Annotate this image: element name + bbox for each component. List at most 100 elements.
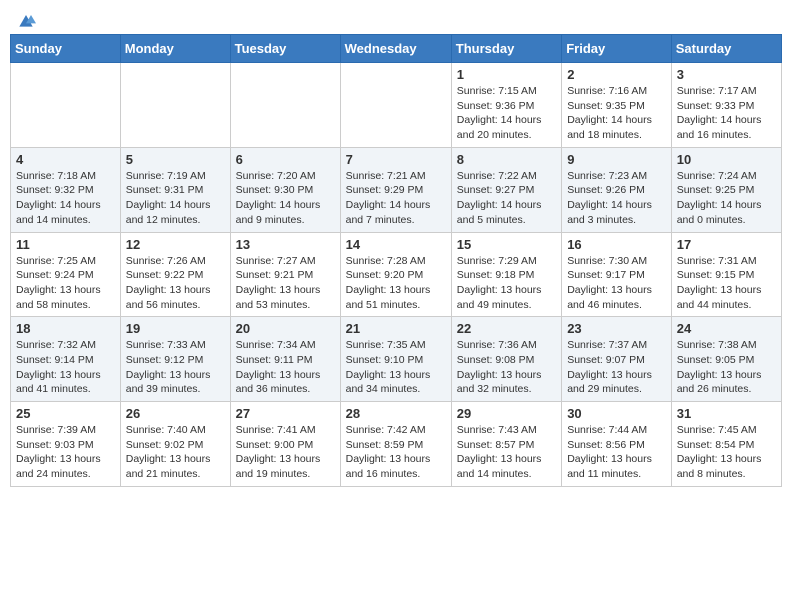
- day-info: Sunrise: 7:42 AM Sunset: 8:59 PM Dayligh…: [346, 423, 446, 482]
- day-number: 25: [16, 406, 115, 421]
- day-of-week-header: Wednesday: [340, 35, 451, 63]
- day-of-week-header: Tuesday: [230, 35, 340, 63]
- day-info: Sunrise: 7:29 AM Sunset: 9:18 PM Dayligh…: [457, 254, 556, 313]
- day-info: Sunrise: 7:33 AM Sunset: 9:12 PM Dayligh…: [126, 338, 225, 397]
- day-number: 23: [567, 321, 666, 336]
- day-number: 21: [346, 321, 446, 336]
- day-number: 16: [567, 237, 666, 252]
- calendar-day-cell: [120, 63, 230, 148]
- calendar-day-cell: 12 Sunrise: 7:26 AM Sunset: 9:22 PM Dayli…: [120, 232, 230, 317]
- day-of-week-header: Thursday: [451, 35, 561, 63]
- day-info: Sunrise: 7:17 AM Sunset: 9:33 PM Dayligh…: [677, 84, 776, 143]
- day-info: Sunrise: 7:23 AM Sunset: 9:26 PM Dayligh…: [567, 169, 666, 228]
- calendar-day-cell: 11 Sunrise: 7:25 AM Sunset: 9:24 PM Dayli…: [11, 232, 121, 317]
- day-info: Sunrise: 7:30 AM Sunset: 9:17 PM Dayligh…: [567, 254, 666, 313]
- calendar-day-cell: 7Sunrise: 7:21 AM Sunset: 9:29 PM Daylig…: [340, 147, 451, 232]
- calendar-day-cell: 30 Sunrise: 7:44 AM Sunset: 8:56 PM Dayli…: [562, 402, 672, 487]
- calendar-day-cell: 29Sunrise: 7:43 AM Sunset: 8:57 PM Dayli…: [451, 402, 561, 487]
- calendar-day-cell: [230, 63, 340, 148]
- day-number: 30: [567, 406, 666, 421]
- day-number: 11: [16, 237, 115, 252]
- calendar-week-row: 1Sunrise: 7:15 AM Sunset: 9:36 PM Daylig…: [11, 63, 782, 148]
- day-info: Sunrise: 7:32 AM Sunset: 9:14 PM Dayligh…: [16, 338, 115, 397]
- calendar-day-cell: 27 Sunrise: 7:41 AM Sunset: 9:00 PM Dayli…: [230, 402, 340, 487]
- calendar-week-row: 25 Sunrise: 7:39 AM Sunset: 9:03 PM Dayli…: [11, 402, 782, 487]
- calendar-day-cell: 19 Sunrise: 7:33 AM Sunset: 9:12 PM Dayli…: [120, 317, 230, 402]
- logo-icon: [16, 10, 36, 30]
- calendar-week-row: 18 Sunrise: 7:32 AM Sunset: 9:14 PM Dayli…: [11, 317, 782, 402]
- day-info: Sunrise: 7:37 AM Sunset: 9:07 PM Dayligh…: [567, 338, 666, 397]
- day-info: Sunrise: 7:24 AM Sunset: 9:25 PM Dayligh…: [677, 169, 776, 228]
- calendar-day-cell: 31Sunrise: 7:45 AM Sunset: 8:54 PM Dayli…: [671, 402, 781, 487]
- day-info: Sunrise: 7:21 AM Sunset: 9:29 PM Dayligh…: [346, 169, 446, 228]
- day-info: Sunrise: 7:40 AM Sunset: 9:02 PM Dayligh…: [126, 423, 225, 482]
- day-number: 27: [236, 406, 335, 421]
- calendar-day-cell: 16 Sunrise: 7:30 AM Sunset: 9:17 PM Dayli…: [562, 232, 672, 317]
- calendar-day-cell: 4Sunrise: 7:18 AM Sunset: 9:32 PM Daylig…: [11, 147, 121, 232]
- day-number: 3: [677, 67, 776, 82]
- day-info: Sunrise: 7:38 AM Sunset: 9:05 PM Dayligh…: [677, 338, 776, 397]
- calendar-day-cell: 3 Sunrise: 7:17 AM Sunset: 9:33 PM Daylig…: [671, 63, 781, 148]
- calendar-day-cell: 2 Sunrise: 7:16 AM Sunset: 9:35 PM Daylig…: [562, 63, 672, 148]
- day-number: 6: [236, 152, 335, 167]
- day-info: Sunrise: 7:28 AM Sunset: 9:20 PM Dayligh…: [346, 254, 446, 313]
- header: [10, 10, 782, 26]
- calendar-day-cell: 28 Sunrise: 7:42 AM Sunset: 8:59 PM Dayli…: [340, 402, 451, 487]
- calendar-day-cell: 5 Sunrise: 7:19 AM Sunset: 9:31 PM Daylig…: [120, 147, 230, 232]
- day-number: 28: [346, 406, 446, 421]
- calendar: SundayMondayTuesdayWednesdayThursdayFrid…: [10, 34, 782, 487]
- day-of-week-header: Saturday: [671, 35, 781, 63]
- day-info: Sunrise: 7:39 AM Sunset: 9:03 PM Dayligh…: [16, 423, 115, 482]
- day-of-week-header: Friday: [562, 35, 672, 63]
- day-of-week-header: Sunday: [11, 35, 121, 63]
- day-number: 26: [126, 406, 225, 421]
- calendar-day-cell: [340, 63, 451, 148]
- day-info: Sunrise: 7:44 AM Sunset: 8:56 PM Dayligh…: [567, 423, 666, 482]
- day-number: 19: [126, 321, 225, 336]
- day-info: Sunrise: 7:20 AM Sunset: 9:30 PM Dayligh…: [236, 169, 335, 228]
- day-info: Sunrise: 7:34 AM Sunset: 9:11 PM Dayligh…: [236, 338, 335, 397]
- calendar-day-cell: 21 Sunrise: 7:35 AM Sunset: 9:10 PM Dayli…: [340, 317, 451, 402]
- calendar-day-cell: 17Sunrise: 7:31 AM Sunset: 9:15 PM Dayli…: [671, 232, 781, 317]
- day-number: 29: [457, 406, 556, 421]
- calendar-day-cell: 14 Sunrise: 7:28 AM Sunset: 9:20 PM Dayli…: [340, 232, 451, 317]
- day-info: Sunrise: 7:31 AM Sunset: 9:15 PM Dayligh…: [677, 254, 776, 313]
- day-info: Sunrise: 7:19 AM Sunset: 9:31 PM Dayligh…: [126, 169, 225, 228]
- day-number: 4: [16, 152, 115, 167]
- calendar-day-cell: 20 Sunrise: 7:34 AM Sunset: 9:11 PM Dayli…: [230, 317, 340, 402]
- day-number: 12: [126, 237, 225, 252]
- day-number: 20: [236, 321, 335, 336]
- day-number: 2: [567, 67, 666, 82]
- calendar-day-cell: 1Sunrise: 7:15 AM Sunset: 9:36 PM Daylig…: [451, 63, 561, 148]
- day-info: Sunrise: 7:22 AM Sunset: 9:27 PM Dayligh…: [457, 169, 556, 228]
- day-info: Sunrise: 7:35 AM Sunset: 9:10 PM Dayligh…: [346, 338, 446, 397]
- day-number: 9: [567, 152, 666, 167]
- day-number: 18: [16, 321, 115, 336]
- day-info: Sunrise: 7:16 AM Sunset: 9:35 PM Dayligh…: [567, 84, 666, 143]
- day-info: Sunrise: 7:26 AM Sunset: 9:22 PM Dayligh…: [126, 254, 225, 313]
- day-number: 14: [346, 237, 446, 252]
- day-number: 15: [457, 237, 556, 252]
- day-info: Sunrise: 7:41 AM Sunset: 9:00 PM Dayligh…: [236, 423, 335, 482]
- day-number: 24: [677, 321, 776, 336]
- day-number: 5: [126, 152, 225, 167]
- day-info: Sunrise: 7:27 AM Sunset: 9:21 PM Dayligh…: [236, 254, 335, 313]
- day-info: Sunrise: 7:36 AM Sunset: 9:08 PM Dayligh…: [457, 338, 556, 397]
- day-info: Sunrise: 7:25 AM Sunset: 9:24 PM Dayligh…: [16, 254, 115, 313]
- day-number: 1: [457, 67, 556, 82]
- calendar-week-row: 4Sunrise: 7:18 AM Sunset: 9:32 PM Daylig…: [11, 147, 782, 232]
- calendar-day-cell: [11, 63, 121, 148]
- calendar-day-cell: 23 Sunrise: 7:37 AM Sunset: 9:07 PM Dayli…: [562, 317, 672, 402]
- day-number: 13: [236, 237, 335, 252]
- day-number: 8: [457, 152, 556, 167]
- calendar-day-cell: 6 Sunrise: 7:20 AM Sunset: 9:30 PM Daylig…: [230, 147, 340, 232]
- calendar-day-cell: 18 Sunrise: 7:32 AM Sunset: 9:14 PM Dayli…: [11, 317, 121, 402]
- calendar-day-cell: 24 Sunrise: 7:38 AM Sunset: 9:05 PM Dayli…: [671, 317, 781, 402]
- calendar-day-cell: 8 Sunrise: 7:22 AM Sunset: 9:27 PM Daylig…: [451, 147, 561, 232]
- calendar-day-cell: 26 Sunrise: 7:40 AM Sunset: 9:02 PM Dayli…: [120, 402, 230, 487]
- day-of-week-header: Monday: [120, 35, 230, 63]
- calendar-day-cell: 10Sunrise: 7:24 AM Sunset: 9:25 PM Dayli…: [671, 147, 781, 232]
- calendar-day-cell: 13 Sunrise: 7:27 AM Sunset: 9:21 PM Dayli…: [230, 232, 340, 317]
- calendar-day-cell: 25 Sunrise: 7:39 AM Sunset: 9:03 PM Dayli…: [11, 402, 121, 487]
- calendar-header-row: SundayMondayTuesdayWednesdayThursdayFrid…: [11, 35, 782, 63]
